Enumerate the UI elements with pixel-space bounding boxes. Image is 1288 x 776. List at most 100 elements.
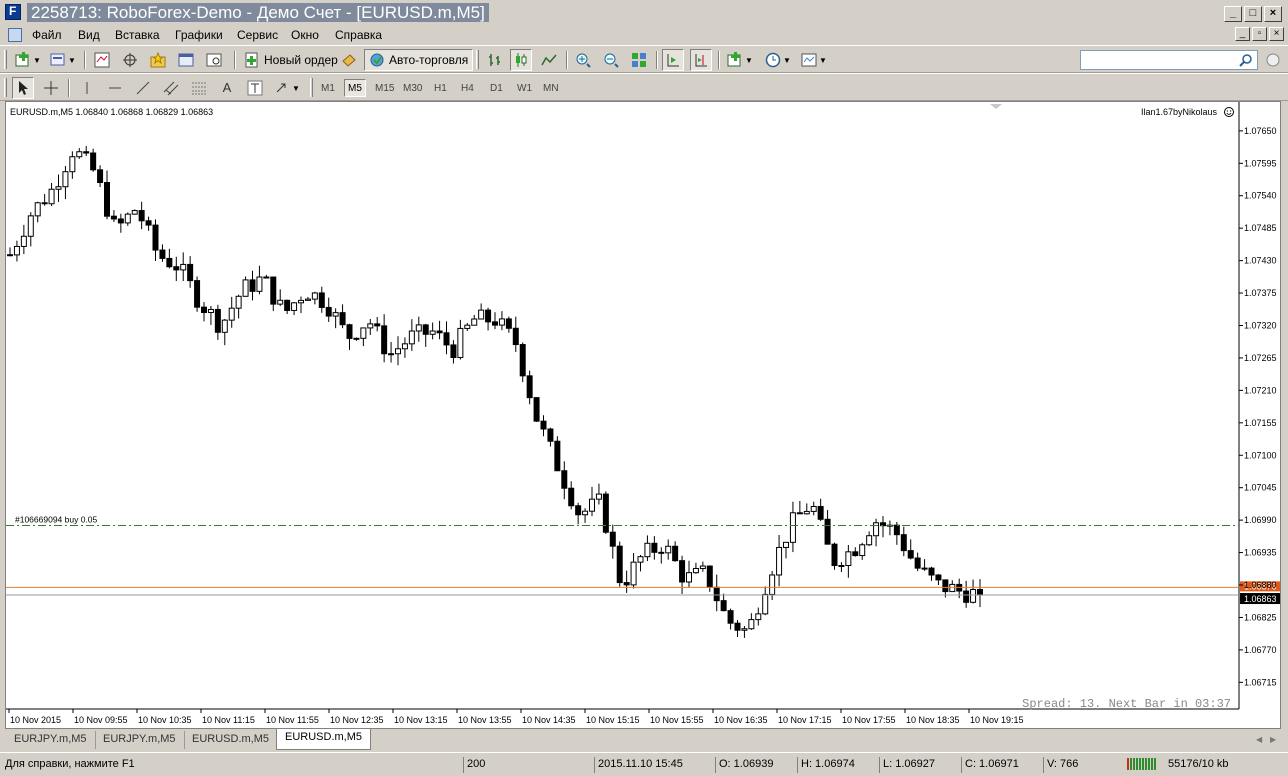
- market-watch-button[interactable]: [91, 49, 113, 71]
- chart-shift-marker[interactable]: [990, 104, 1002, 109]
- search-icon[interactable]: [1239, 53, 1253, 70]
- profiles-button[interactable]: ▼: [48, 49, 78, 71]
- community-icon[interactable]: [1266, 53, 1280, 70]
- periods-button[interactable]: ▼: [762, 49, 794, 71]
- data-window-button[interactable]: [119, 49, 141, 71]
- terminal-button[interactable]: [175, 49, 197, 71]
- menu-tools[interactable]: Сервис: [237, 28, 278, 42]
- timeframe-m15[interactable]: M15: [372, 79, 397, 97]
- new-chart-button[interactable]: ▼: [12, 49, 44, 71]
- cursor-button[interactable]: [12, 77, 34, 99]
- chart-window-icon[interactable]: [8, 28, 22, 42]
- timeframe-m5[interactable]: M5: [344, 79, 366, 97]
- order-label[interactable]: #106669094 buy 0.05: [15, 514, 98, 524]
- candle-body: [415, 324, 422, 332]
- menu-help[interactable]: Справка: [335, 28, 382, 42]
- status-high: H: 1.06974: [797, 757, 877, 773]
- candle-body: [381, 325, 388, 355]
- candle: [845, 544, 852, 578]
- candle: [131, 209, 138, 215]
- tab-eurjpy-2[interactable]: EURJPY.m,M5: [95, 731, 185, 749]
- strategy-tester-button[interactable]: [203, 49, 225, 71]
- toolbar-grip[interactable]: [476, 50, 479, 69]
- metaeditor-button[interactable]: [338, 49, 360, 71]
- menu-charts[interactable]: Графики: [175, 28, 223, 42]
- templates-button[interactable]: ▼: [798, 49, 830, 71]
- zoom-out-button[interactable]: [600, 49, 622, 71]
- text-button[interactable]: A: [216, 77, 238, 99]
- candle: [595, 483, 602, 505]
- timeframe-m1[interactable]: M1: [318, 79, 338, 97]
- menu-file[interactable]: Файл: [32, 28, 62, 42]
- arrows-button[interactable]: ▼: [272, 77, 302, 99]
- new-order-button[interactable]: Новый ордер: [240, 49, 342, 71]
- timeframe-w1[interactable]: W1: [514, 79, 535, 97]
- new-order-icon: [244, 52, 260, 68]
- chart-window[interactable]: 1.06876 1.06863 1.07650 1.07595 1.07540 1.07…: [5, 101, 1281, 729]
- mdi-restore-button[interactable]: ▫: [1252, 27, 1267, 41]
- candle-body: [339, 312, 346, 326]
- menu-insert[interactable]: Вставка: [115, 28, 160, 42]
- candle-body: [699, 565, 706, 569]
- navigator-button[interactable]: [147, 49, 169, 71]
- candle: [873, 518, 880, 547]
- tab-eurjpy-1[interactable]: EURJPY.m,M5: [6, 731, 96, 749]
- menu-window[interactable]: Окно: [291, 28, 319, 42]
- fibonacci-button[interactable]: [188, 77, 210, 99]
- mdi-close-button[interactable]: ×: [1269, 27, 1284, 41]
- smiley-icon[interactable]: [1224, 107, 1234, 117]
- connection-status-icon[interactable]: [1127, 758, 1156, 770]
- candle: [568, 481, 575, 510]
- crosshair-button[interactable]: [40, 77, 62, 99]
- vertical-line-button[interactable]: [76, 77, 98, 99]
- timeframe-mn[interactable]: MN: [540, 79, 562, 97]
- candlestick-button[interactable]: [510, 49, 532, 71]
- candle: [110, 210, 117, 223]
- minimize-button[interactable]: _: [1224, 6, 1242, 22]
- status-profile[interactable]: 200: [463, 757, 591, 773]
- trendline-button[interactable]: [132, 77, 154, 99]
- time-tick-label: 10 Nov 14:35: [522, 715, 576, 725]
- indicators-button[interactable]: ▼: [724, 49, 756, 71]
- horizontal-line-button[interactable]: [104, 77, 126, 99]
- toolbar-grip[interactable]: [4, 50, 7, 69]
- toolbar-grip[interactable]: [310, 78, 313, 97]
- candle-body: [838, 564, 845, 567]
- menu-view[interactable]: Вид: [78, 28, 100, 42]
- candle: [783, 541, 789, 559]
- candle: [214, 304, 221, 340]
- timeframe-h4[interactable]: H4: [458, 79, 477, 97]
- candle: [339, 304, 346, 329]
- tile-windows-button[interactable]: [628, 49, 650, 71]
- price-chart[interactable]: 1.068761.06863 1.076501.075951.075401.07…: [6, 102, 1280, 728]
- chart-shift-button[interactable]: [690, 49, 712, 71]
- autotrading-button[interactable]: Авто-торговля: [364, 49, 474, 71]
- price-tick-label: 1.06770: [1244, 645, 1277, 655]
- autoscroll-button[interactable]: [662, 49, 684, 71]
- candle-body: [914, 557, 921, 569]
- candle-body: [789, 512, 796, 543]
- status-low: L: 1.06927: [879, 757, 959, 773]
- price-tick-label: 1.07155: [1244, 418, 1277, 428]
- mdi-minimize-button[interactable]: _: [1235, 27, 1250, 41]
- tab-scroll-right-icon[interactable]: ▶: [1270, 735, 1276, 744]
- tab-scroll-left-icon[interactable]: ◀: [1256, 735, 1262, 744]
- tab-eurusd-active[interactable]: EURUSD.m,M5: [276, 729, 372, 750]
- expert-label[interactable]: Ilan1.67byNikolaus: [1141, 107, 1218, 117]
- maximize-button[interactable]: □: [1244, 6, 1262, 22]
- zoom-in-button[interactable]: [572, 49, 594, 71]
- text-label-button[interactable]: [244, 77, 266, 99]
- candle-body: [69, 156, 76, 173]
- toolbar-grip[interactable]: [4, 78, 7, 97]
- timeframe-d1[interactable]: D1: [487, 79, 506, 97]
- close-button[interactable]: ×: [1264, 6, 1282, 22]
- timeframe-h1[interactable]: H1: [431, 79, 450, 97]
- line-chart-button[interactable]: [538, 49, 560, 71]
- timeframe-m30[interactable]: M30: [400, 79, 425, 97]
- bar-chart-button[interactable]: [484, 49, 506, 71]
- candle: [408, 319, 415, 351]
- search-input[interactable]: [1080, 50, 1258, 70]
- tab-eurusd-1[interactable]: EURUSD.m,M5: [184, 731, 279, 749]
- equidistant-channel-button[interactable]: [160, 77, 182, 99]
- tile-windows-icon: [631, 52, 647, 68]
